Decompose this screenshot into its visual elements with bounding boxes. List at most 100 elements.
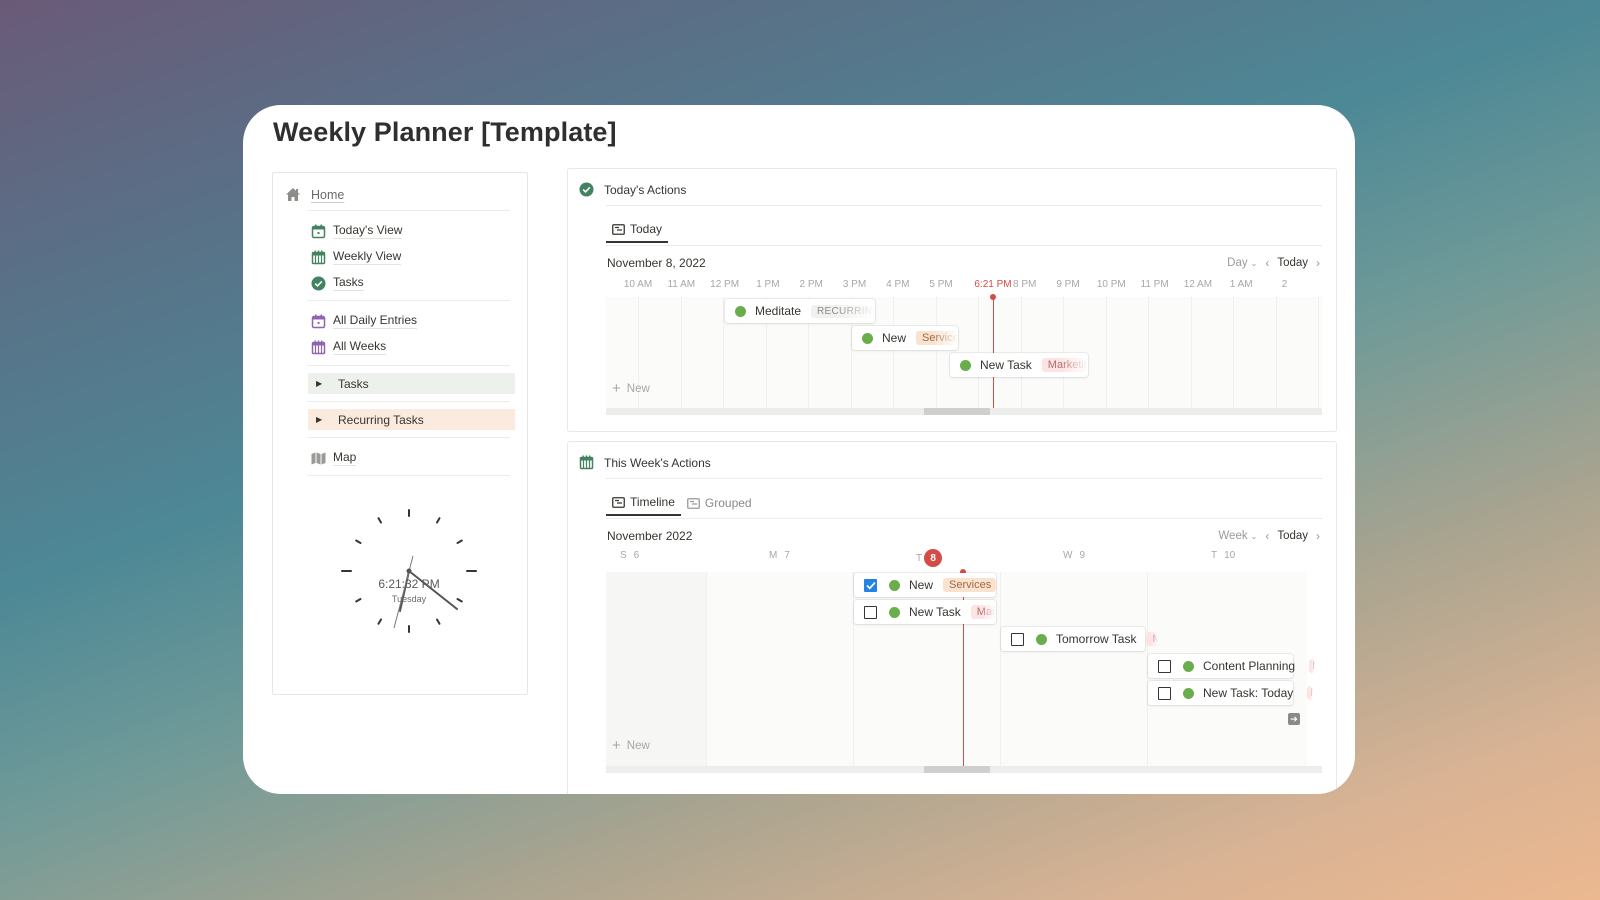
- hour-axis: 10 AM 11 AM 12 PM 1 PM 2 PM 3 PM 4 PM 5 PM 6:21 …: [606, 279, 1322, 293]
- calendar-day-icon: [311, 224, 326, 238]
- hour-label: 1 AM: [1229, 279, 1253, 290]
- day-column: [706, 572, 853, 766]
- sidebar-item-all-daily-entries[interactable]: All Daily Entries: [311, 313, 418, 329]
- divider: [307, 401, 510, 402]
- event-title: New Task: [980, 358, 1032, 372]
- tab-label: Grouped: [704, 496, 752, 510]
- today-button[interactable]: Today: [1277, 257, 1308, 269]
- sidebar-item-todays-view[interactable]: Today's View: [311, 223, 403, 239]
- checkbox[interactable]: [864, 605, 877, 619]
- hour-gridline: [1275, 297, 1277, 408]
- timeline-event[interactable]: New Task Marketing: [854, 600, 996, 624]
- panel-header: Today's Actions: [579, 182, 686, 197]
- timeline-event[interactable]: Meditate RECURRING: [725, 299, 875, 323]
- today-badge: 8: [924, 549, 943, 567]
- tab-timeline[interactable]: Timeline: [606, 490, 681, 516]
- timeline-event[interactable]: Tomorrow Task Marketing: [1001, 627, 1159, 651]
- weekend-column: [606, 572, 706, 766]
- checkbox[interactable]: [1158, 686, 1171, 700]
- event-title: Content Planning: [1203, 659, 1296, 673]
- panel-title[interactable]: Today's Actions: [604, 183, 686, 197]
- sidebar-item-label: All Weeks: [333, 339, 387, 355]
- status-dot-icon: [735, 305, 746, 317]
- timeline-event[interactable]: New Task Marketing: [950, 353, 1088, 377]
- home-label: Home: [311, 187, 345, 202]
- divider: [307, 300, 510, 301]
- toggle-triangle-icon[interactable]: ▶: [316, 379, 332, 388]
- panel-title[interactable]: This Week's Actions: [604, 456, 711, 470]
- timeline-view-icon: [612, 496, 625, 508]
- previous-button[interactable]: ‹: [1265, 256, 1269, 270]
- calendar-week-icon: [579, 455, 594, 470]
- sidebar-item-label: Tasks: [333, 275, 364, 291]
- second-hand: [393, 555, 414, 629]
- view-mode-label: Day: [1227, 257, 1248, 269]
- day-timeline-grid: Meditate RECURRING New Services New Task…: [606, 294, 1322, 414]
- scrollbar-thumb[interactable]: [924, 766, 990, 773]
- hour-label: 4 PM: [886, 279, 910, 290]
- timeline-controls: Week ⌄ ‹ Today ›: [1218, 529, 1320, 543]
- sidebar-item-all-weeks[interactable]: All Weeks: [311, 339, 387, 355]
- hour-label: 10 AM: [623, 279, 653, 290]
- horizontal-scrollbar[interactable]: [606, 766, 1322, 773]
- timeline-view-icon: [612, 223, 625, 235]
- event-title: New Task: Today: [1203, 686, 1294, 700]
- divider: [606, 245, 1322, 246]
- hour-label: 10 PM: [1096, 279, 1126, 290]
- hour-gridline: [893, 297, 894, 408]
- hour-label: 1 PM: [756, 279, 780, 290]
- next-button[interactable]: ›: [1316, 529, 1320, 543]
- timeline-event[interactable]: New Services: [852, 326, 958, 350]
- add-new-button[interactable]: + New: [612, 738, 650, 753]
- hour-label: 3 PM: [842, 279, 867, 290]
- event-tag: Services: [943, 578, 996, 592]
- divider: [606, 518, 1322, 519]
- status-dot-icon: [960, 359, 971, 371]
- tab-label: Timeline: [630, 495, 675, 509]
- day-label: S6: [620, 550, 640, 561]
- hour-label: 5 PM: [929, 279, 953, 290]
- status-dot-icon: [1183, 660, 1194, 672]
- tab-today[interactable]: Today: [606, 217, 669, 243]
- divider: [307, 210, 510, 211]
- event-tag: Marketing: [970, 605, 996, 619]
- toggle-tasks[interactable]: ▶ Tasks: [308, 373, 515, 394]
- tab-grouped[interactable]: Grouped: [681, 490, 758, 516]
- timeline-event[interactable]: New Services: [854, 573, 996, 597]
- divider: [307, 475, 510, 476]
- event-tag: Marketing: [1146, 632, 1159, 646]
- event-tag: M: [1307, 686, 1314, 700]
- view-mode-dropdown[interactable]: Week ⌄: [1218, 530, 1257, 542]
- previous-button[interactable]: ‹: [1265, 529, 1269, 543]
- calendar-day-icon: [311, 314, 326, 328]
- checkbox-checked[interactable]: [864, 578, 877, 592]
- event-title: New Task: [909, 605, 961, 619]
- next-button[interactable]: ›: [1316, 256, 1320, 270]
- view-mode-dropdown[interactable]: Day ⌄: [1227, 257, 1257, 269]
- today-button[interactable]: Today: [1277, 530, 1308, 542]
- week-timeline-grid: New Services New Task Marketing Tomorrow…: [606, 569, 1322, 772]
- sidebar-home-link[interactable]: Home: [285, 187, 344, 202]
- toggle-recurring-tasks[interactable]: ▶ Recurring Tasks: [308, 409, 515, 430]
- analog-clock: 6:21:32 PM Tuesday: [339, 501, 479, 641]
- toggle-triangle-icon[interactable]: ▶: [316, 415, 332, 424]
- add-new-button[interactable]: + New: [612, 381, 650, 396]
- sidebar-item-weekly-view[interactable]: Weekly View: [311, 249, 402, 265]
- checkbox[interactable]: [1011, 632, 1024, 646]
- sidebar-item-tasks[interactable]: Tasks: [311, 275, 364, 291]
- sidebar: Home Today's View Weekly View Tasks All …: [272, 172, 528, 695]
- status-dot-icon: [1183, 687, 1194, 699]
- day-label: W9: [1063, 550, 1086, 561]
- timeline-event[interactable]: Content Planning M: [1148, 654, 1316, 678]
- map-icon: [311, 452, 326, 464]
- arrow-right-icon[interactable]: ➔: [1288, 713, 1300, 725]
- scrollbar-thumb[interactable]: [924, 408, 990, 415]
- checkbox[interactable]: [1158, 659, 1171, 673]
- sidebar-item-map[interactable]: Map: [311, 450, 357, 466]
- horizontal-scrollbar[interactable]: [606, 408, 1322, 415]
- timeline-event[interactable]: New Task: Today M: [1148, 681, 1314, 705]
- day-label: T 10: [1211, 550, 1236, 561]
- hour-label: 8 PM: [1013, 279, 1037, 290]
- hour-label: 11 PM: [1140, 279, 1169, 290]
- divider: [307, 365, 510, 366]
